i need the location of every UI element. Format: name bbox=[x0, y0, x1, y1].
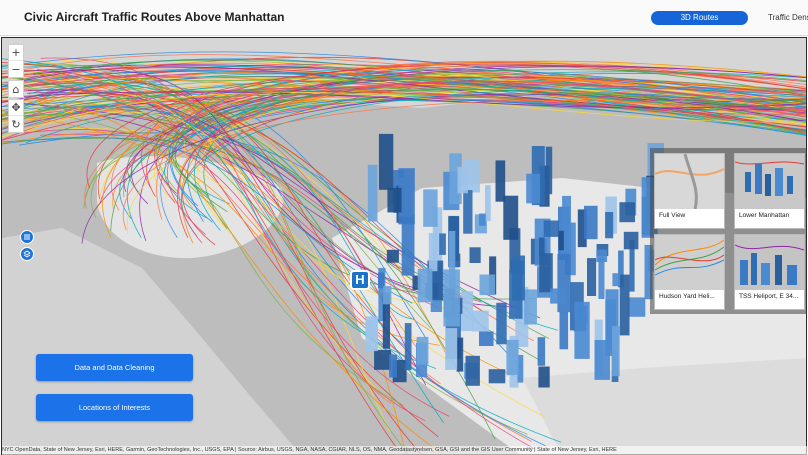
building bbox=[628, 297, 646, 317]
building bbox=[365, 316, 378, 352]
slide-tss-heliport[interactable]: TSS Heliport, E 34... bbox=[734, 234, 805, 310]
building bbox=[479, 274, 495, 296]
building bbox=[496, 302, 507, 345]
building bbox=[558, 230, 564, 251]
building bbox=[596, 249, 608, 262]
building bbox=[509, 269, 523, 319]
building bbox=[456, 337, 464, 372]
building bbox=[623, 231, 639, 250]
slide-title: TSS Heliport, E 34... bbox=[739, 293, 799, 300]
building bbox=[423, 189, 438, 227]
building bbox=[443, 269, 460, 327]
building bbox=[367, 164, 378, 222]
tab-3d-routes[interactable]: 3D Routes bbox=[651, 11, 748, 25]
slide-thumbnail bbox=[655, 235, 724, 290]
slide-title: Full View bbox=[659, 212, 686, 219]
page-title: Civic Aircraft Traffic Routes Above Manh… bbox=[24, 10, 285, 24]
slide-thumbnail bbox=[735, 154, 804, 209]
building bbox=[605, 212, 614, 239]
slide-lower-manhattan[interactable]: Lower Manhattan bbox=[734, 153, 805, 229]
tab-traffic-density[interactable]: Traffic Density bbox=[768, 11, 808, 25]
building bbox=[479, 213, 486, 226]
building bbox=[619, 274, 630, 336]
slide-thumbnail bbox=[655, 154, 724, 209]
building bbox=[506, 339, 519, 376]
building bbox=[472, 310, 489, 332]
building bbox=[537, 337, 546, 366]
building bbox=[545, 146, 553, 195]
layers-icon[interactable] bbox=[20, 247, 34, 261]
zoom-in-icon[interactable]: + bbox=[9, 45, 23, 61]
building bbox=[538, 366, 550, 388]
building bbox=[495, 160, 506, 202]
list-icon[interactable] bbox=[20, 230, 34, 244]
app-header: Civic Aircraft Traffic Routes Above Manh… bbox=[0, 0, 808, 36]
pan-icon[interactable]: ✥ bbox=[9, 100, 23, 116]
building bbox=[417, 268, 433, 303]
slide-full-view[interactable]: Full View bbox=[654, 153, 725, 229]
heliport-marker[interactable]: H bbox=[350, 270, 370, 290]
building bbox=[524, 289, 537, 325]
slide-title: Lower Manhattan bbox=[739, 212, 790, 219]
building bbox=[374, 349, 391, 370]
building bbox=[584, 205, 598, 240]
building bbox=[428, 233, 438, 272]
building bbox=[543, 220, 559, 237]
navigation-controls: ✥ ↻ bbox=[8, 99, 24, 133]
zoom-out-icon[interactable]: − bbox=[9, 61, 23, 77]
building bbox=[574, 301, 590, 359]
rotate-icon[interactable]: ↻ bbox=[9, 116, 23, 132]
map-view[interactable]: + − ⌂ ✥ ↻ H Data and Data Cleaning Locat… bbox=[1, 37, 807, 455]
building bbox=[526, 173, 541, 204]
building bbox=[465, 355, 480, 386]
building bbox=[587, 258, 597, 296]
building bbox=[463, 190, 473, 234]
building bbox=[550, 288, 565, 304]
slide-hudson-yard[interactable]: Hudson Yard Heli... bbox=[654, 234, 725, 310]
building bbox=[389, 354, 397, 378]
building bbox=[612, 273, 621, 287]
building bbox=[479, 331, 494, 346]
building bbox=[469, 247, 481, 263]
building bbox=[386, 249, 399, 263]
building bbox=[439, 233, 446, 255]
building bbox=[378, 272, 385, 289]
building bbox=[488, 369, 506, 384]
building bbox=[559, 311, 569, 350]
slides-gallery: Full View Lower Manhattan Hudson Yard He… bbox=[650, 148, 806, 314]
zoom-controls: + − bbox=[8, 44, 24, 78]
building bbox=[539, 237, 545, 256]
building bbox=[612, 326, 620, 377]
building bbox=[383, 286, 392, 305]
map-attribution: NYC OpenData, State of New Jersey, Esri,… bbox=[2, 446, 807, 455]
building bbox=[404, 323, 412, 371]
building bbox=[416, 336, 429, 365]
building bbox=[485, 185, 491, 222]
building bbox=[387, 187, 402, 213]
locations-button[interactable]: Locations of Interests bbox=[36, 394, 193, 421]
building bbox=[378, 133, 394, 190]
building bbox=[619, 202, 635, 223]
home-control: ⌂ bbox=[8, 80, 24, 98]
building bbox=[457, 166, 468, 194]
building bbox=[598, 257, 605, 299]
slide-title: Hudson Yard Heli... bbox=[659, 293, 715, 300]
slide-thumbnail bbox=[735, 235, 804, 290]
building bbox=[503, 195, 519, 240]
building bbox=[445, 328, 458, 370]
home-icon[interactable]: ⌂ bbox=[9, 81, 23, 97]
data-cleaning-button[interactable]: Data and Data Cleaning bbox=[36, 354, 193, 381]
building bbox=[539, 253, 553, 293]
